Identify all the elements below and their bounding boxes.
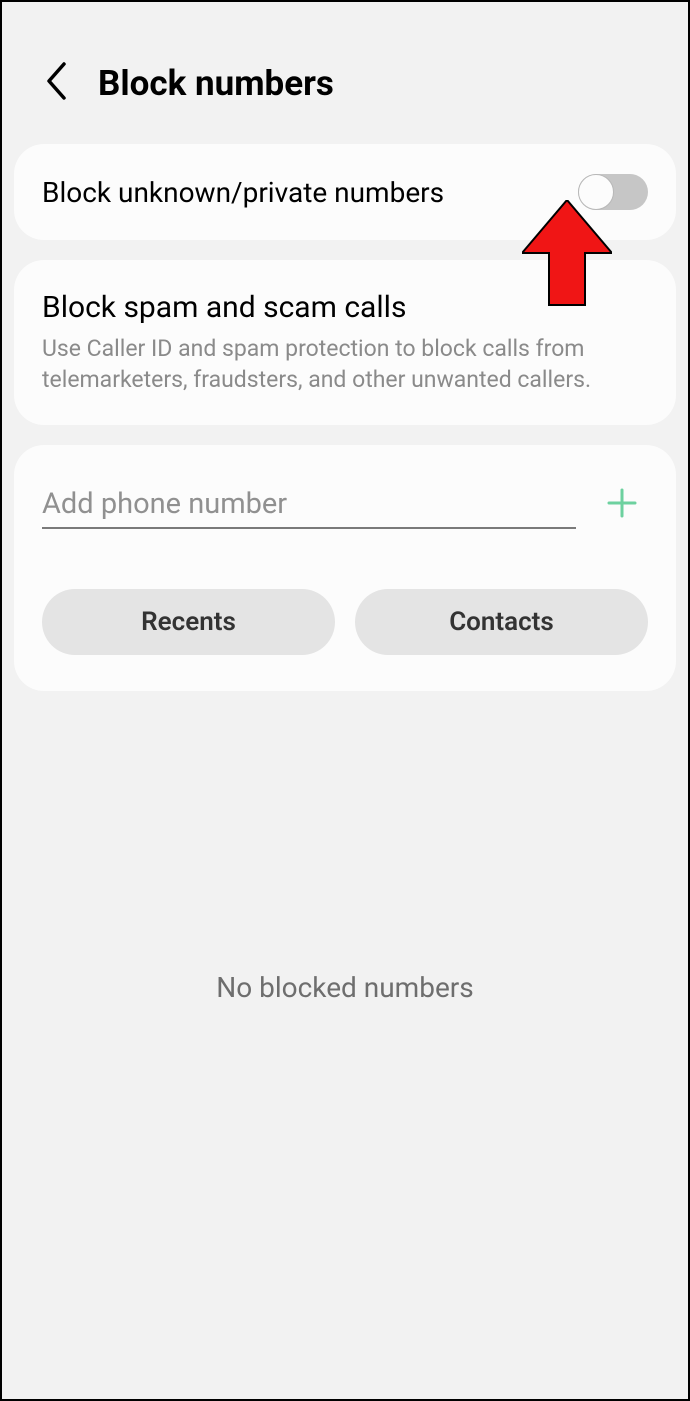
- block-spam-description: Use Caller ID and spam protection to blo…: [42, 333, 648, 395]
- toggle-knob: [578, 174, 614, 210]
- block-spam-card[interactable]: Block spam and scam calls Use Caller ID …: [14, 260, 676, 425]
- header: Block numbers: [2, 2, 688, 136]
- recents-button[interactable]: Recents: [42, 589, 335, 655]
- block-spam-title: Block spam and scam calls: [42, 290, 648, 325]
- page-title: Block numbers: [98, 63, 334, 104]
- input-wrapper: [42, 481, 576, 529]
- add-number-card: Recents Contacts: [14, 445, 676, 691]
- block-unknown-toggle[interactable]: [578, 174, 648, 210]
- add-phone-input[interactable]: [42, 481, 576, 529]
- add-number-row: [42, 481, 648, 529]
- button-row: Recents Contacts: [42, 589, 648, 655]
- block-unknown-row[interactable]: Block unknown/private numbers: [42, 174, 648, 210]
- block-unknown-label: Block unknown/private numbers: [42, 176, 444, 209]
- contacts-button[interactable]: Contacts: [355, 589, 648, 655]
- back-icon[interactable]: [42, 60, 70, 106]
- block-unknown-card: Block unknown/private numbers: [14, 144, 676, 240]
- empty-state-message: No blocked numbers: [2, 971, 688, 1004]
- add-icon[interactable]: [606, 487, 648, 523]
